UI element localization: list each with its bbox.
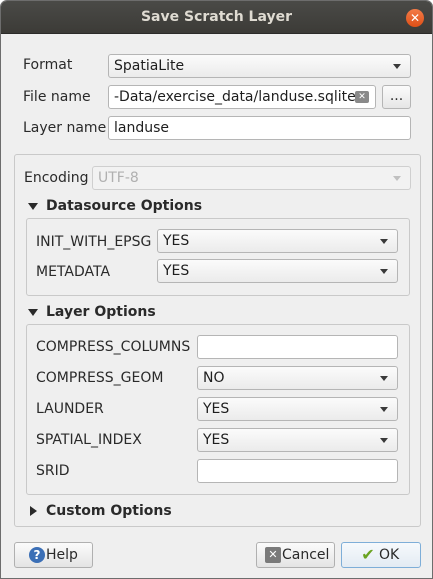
layer-option-label: SPATIAL_INDEX xyxy=(36,432,142,448)
save-scratch-layer-dialog: Save Scratch Layer ✕ Format SpatiaLite F… xyxy=(0,0,433,579)
layer-name-label: Layer name xyxy=(23,120,107,136)
compress-columns-input[interactable] xyxy=(197,335,398,359)
layer-options-header[interactable]: Layer Options xyxy=(46,304,156,320)
chevron-down-icon xyxy=(393,176,401,181)
layer-option-label: LAUNDER xyxy=(36,401,104,417)
encoding-value: UTF-8 xyxy=(98,170,139,186)
spatial-index-value: YES xyxy=(203,432,230,448)
close-icon[interactable]: ✕ xyxy=(406,9,424,27)
datasource-option-label: METADATA xyxy=(36,264,111,280)
format-value: SpatiaLite xyxy=(114,58,185,74)
format-select[interactable]: SpatiaLite xyxy=(108,54,411,78)
metadata-value: YES xyxy=(163,263,190,279)
layer-name-value: landuse xyxy=(114,120,170,136)
cancel-button[interactable]: ✕ Cancel xyxy=(256,542,335,568)
window-title: Save Scratch Layer xyxy=(140,9,293,25)
srid-input[interactable] xyxy=(197,459,398,483)
help-button[interactable]: ? Help xyxy=(14,542,93,568)
chevron-down-icon xyxy=(380,269,388,274)
chevron-down-icon xyxy=(380,376,388,381)
title-bar: Save Scratch Layer ✕ xyxy=(1,1,432,34)
checkmark-icon: ✔ xyxy=(361,545,375,564)
browse-button[interactable]: ... xyxy=(382,85,411,109)
encoding-label: Encoding xyxy=(24,170,89,186)
layer-option-label: SRID xyxy=(36,463,70,479)
metadata-select[interactable]: YES xyxy=(157,259,398,283)
layer-option-label: COMPRESS_GEOM xyxy=(36,370,164,386)
ok-button[interactable]: ✔ OK xyxy=(341,542,421,568)
cancel-label: Cancel xyxy=(282,547,330,563)
file-name-input[interactable]: -Data/exercise_data/landuse.sqlite ✕ xyxy=(108,85,376,109)
ok-label: OK xyxy=(379,547,400,563)
cancel-icon: ✕ xyxy=(265,547,281,563)
chevron-down-icon xyxy=(380,438,388,443)
compress-geom-value: NO xyxy=(203,370,225,386)
init-with-epsg-value: YES xyxy=(163,233,190,249)
help-icon: ? xyxy=(29,547,45,563)
help-label: Help xyxy=(46,547,78,563)
layer-name-input[interactable]: landuse xyxy=(108,116,411,140)
layer-option-label: COMPRESS_COLUMNS xyxy=(36,339,191,355)
launder-value: YES xyxy=(203,401,230,417)
chevron-down-icon xyxy=(393,64,401,69)
custom-options-header[interactable]: Custom Options xyxy=(46,503,172,519)
launder-select[interactable]: YES xyxy=(197,397,398,421)
init-with-epsg-select[interactable]: YES xyxy=(157,229,398,253)
file-name-value: -Data/exercise_data/landuse.sqlite xyxy=(114,89,356,105)
chevron-down-icon xyxy=(380,407,388,412)
collapse-triangle-icon[interactable] xyxy=(28,203,38,210)
collapse-triangle-icon[interactable] xyxy=(28,309,38,316)
encoding-select: UTF-8 xyxy=(92,166,411,190)
format-label: Format xyxy=(23,57,73,73)
spatial-index-select[interactable]: YES xyxy=(197,428,398,452)
datasource-options-header[interactable]: Datasource Options xyxy=(46,198,202,214)
clear-icon[interactable]: ✕ xyxy=(355,91,369,103)
file-name-label: File name xyxy=(23,89,91,105)
compress-geom-select[interactable]: NO xyxy=(197,366,398,390)
datasource-option-label: INIT_WITH_EPSG xyxy=(36,234,152,250)
expand-triangle-icon[interactable] xyxy=(30,506,37,516)
chevron-down-icon xyxy=(380,239,388,244)
